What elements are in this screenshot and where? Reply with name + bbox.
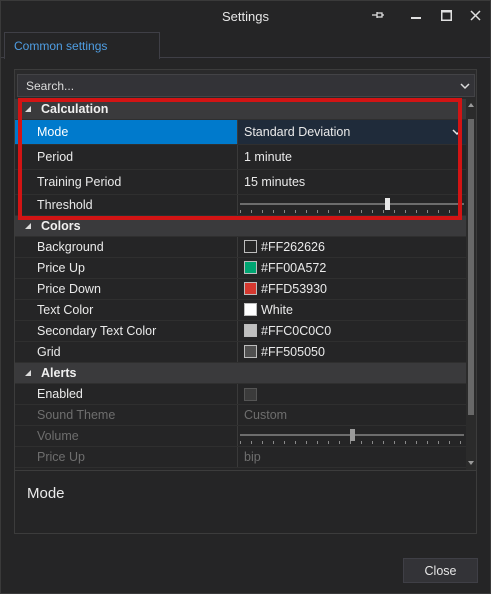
scroll-up-icon[interactable] <box>468 102 474 108</box>
color-hex: #FF262626 <box>261 240 325 254</box>
scrollbar-thumb[interactable] <box>468 119 474 415</box>
property-name: Threshold <box>15 195 238 215</box>
color-swatch[interactable] <box>244 282 257 295</box>
category-label: Calculation <box>41 102 109 116</box>
slider-track <box>240 203 464 205</box>
property-row-volume[interactable]: Volume <box>15 426 466 447</box>
chevron-down-icon[interactable] <box>452 127 462 137</box>
category-alerts[interactable]: Alerts <box>15 363 466 384</box>
category-label: Colors <box>41 219 81 233</box>
property-name: Price Up <box>15 447 238 467</box>
sound-theme-value[interactable]: Custom <box>238 405 466 425</box>
training-period-value[interactable]: 15 minutes <box>238 170 466 194</box>
slider-ticks <box>240 441 464 444</box>
property-row-mode[interactable]: Mode Standard Deviation <box>15 120 466 145</box>
property-row-color[interactable]: Secondary Text Color #FFC0C0C0 <box>15 321 466 342</box>
property-name: Sound Theme <box>15 405 238 425</box>
search-input[interactable]: Search... <box>17 74 475 97</box>
property-row-color[interactable]: Price Up #FF00A572 <box>15 258 466 279</box>
volume-slider[interactable] <box>240 429 464 444</box>
threshold-slider-cell <box>238 195 466 215</box>
property-row-color[interactable]: Text Color White <box>15 300 466 321</box>
color-swatch[interactable] <box>244 240 257 253</box>
property-name: Mode <box>15 120 238 144</box>
property-row-threshold[interactable]: Threshold <box>15 195 466 216</box>
pin-icon[interactable] <box>366 4 390 26</box>
color-value[interactable]: #FFD53930 <box>238 279 466 299</box>
category-colors[interactable]: Colors <box>15 216 466 237</box>
color-swatch[interactable] <box>244 261 257 274</box>
color-swatch[interactable] <box>244 324 257 337</box>
property-row-color[interactable]: Price Down #FFD53930 <box>15 279 466 300</box>
maximize-icon[interactable] <box>434 4 458 26</box>
alert-price-up-value[interactable]: bip <box>238 447 466 467</box>
property-row-training-period[interactable]: Training Period 15 minutes <box>15 170 466 195</box>
period-value[interactable]: 1 minute <box>238 145 466 169</box>
enabled-checkbox[interactable] <box>244 388 257 401</box>
color-hex: #FF00A572 <box>261 261 327 275</box>
vertical-scrollbar[interactable] <box>466 99 476 470</box>
color-value[interactable]: #FFC0C0C0 <box>238 321 466 341</box>
property-name: Training Period <box>15 170 238 194</box>
volume-slider-cell <box>238 426 466 446</box>
color-value[interactable]: #FF262626 <box>238 237 466 257</box>
property-row-sound-theme[interactable]: Sound Theme Custom <box>15 405 466 426</box>
slider-ticks <box>240 210 464 213</box>
property-row-period[interactable]: Period 1 minute <box>15 145 466 170</box>
color-swatch[interactable] <box>244 345 257 358</box>
settings-panel: Search... Calculation Mode Standard Devi… <box>14 69 477 534</box>
settings-window: Settings Common settings Search... Calcu… <box>0 0 491 594</box>
property-row-alert-price-up[interactable]: Price Up bip <box>15 447 466 468</box>
close-icon[interactable] <box>463 4 487 26</box>
scroll-down-icon[interactable] <box>468 460 474 466</box>
color-swatch[interactable] <box>244 303 257 316</box>
tab-common-settings[interactable]: Common settings <box>4 32 160 59</box>
property-name: Secondary Text Color <box>15 321 238 341</box>
mode-dropdown[interactable]: Standard Deviation <box>238 120 466 144</box>
collapse-triangle-icon[interactable] <box>23 104 33 114</box>
color-hex: #FFC0C0C0 <box>261 324 332 338</box>
threshold-slider[interactable] <box>240 198 464 213</box>
minimize-icon[interactable] <box>404 4 428 26</box>
property-name: Grid <box>15 342 238 362</box>
property-name: Enabled <box>15 384 238 404</box>
category-label: Alerts <box>41 366 77 380</box>
tab-strip: Common settings <box>1 32 490 59</box>
description-pane: Mode <box>15 470 476 533</box>
title-bar: Settings <box>1 1 490 32</box>
chevron-down-icon[interactable] <box>459 80 471 92</box>
category-calculation[interactable]: Calculation <box>15 99 466 120</box>
property-name: Volume <box>15 426 238 446</box>
collapse-triangle-icon[interactable] <box>23 221 33 231</box>
property-name: Background <box>15 237 238 257</box>
property-name: Price Up <box>15 258 238 278</box>
collapse-triangle-icon[interactable] <box>23 368 33 378</box>
color-value[interactable]: White <box>238 300 466 320</box>
property-row-enabled[interactable]: Enabled <box>15 384 466 405</box>
property-row-color[interactable]: Grid #FF505050 <box>15 342 466 363</box>
property-row-color[interactable]: Background #FF262626 <box>15 237 466 258</box>
property-name: Period <box>15 145 238 169</box>
property-grid: Calculation Mode Standard Deviation Peri… <box>15 99 466 470</box>
close-button[interactable]: Close <box>403 558 478 583</box>
property-name: Price Down <box>15 279 238 299</box>
mode-value: Standard Deviation <box>244 125 351 139</box>
color-value[interactable]: #FF00A572 <box>238 258 466 278</box>
property-name: Text Color <box>15 300 238 320</box>
color-hex: #FFD53930 <box>261 282 328 296</box>
color-hex: #FF505050 <box>261 345 325 359</box>
color-value[interactable]: #FF505050 <box>238 342 466 362</box>
slider-thumb[interactable] <box>350 429 355 441</box>
slider-thumb[interactable] <box>385 198 390 210</box>
color-hex: White <box>261 303 293 317</box>
description-title: Mode <box>27 485 65 502</box>
